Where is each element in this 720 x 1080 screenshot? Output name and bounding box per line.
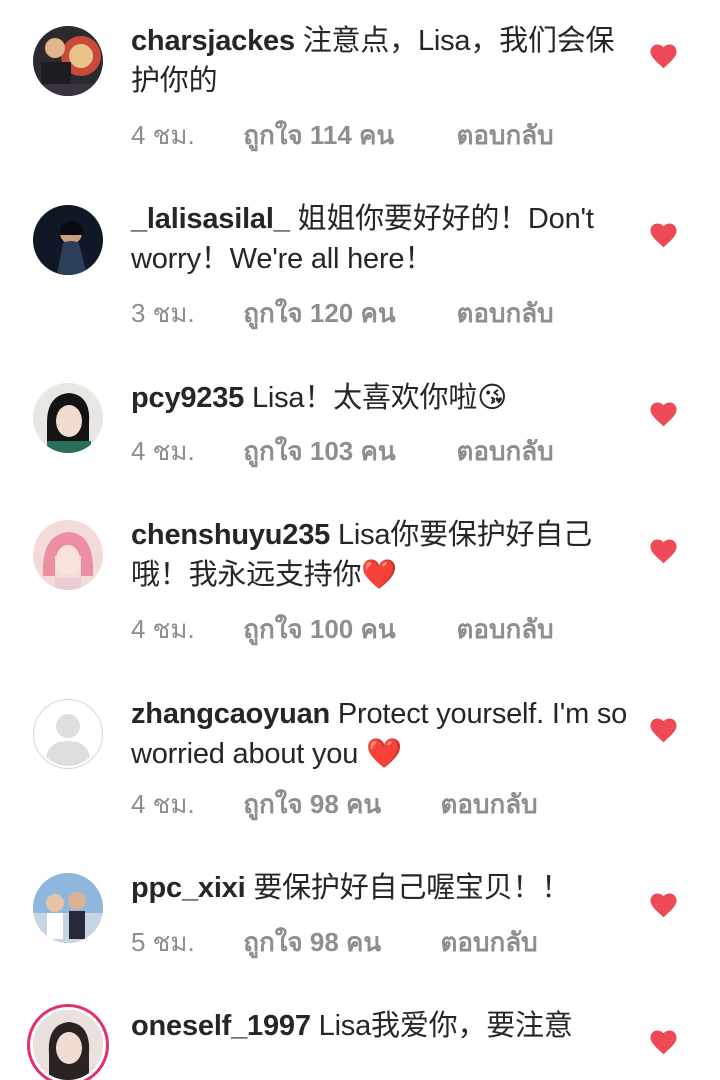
reply-button[interactable]: ตอบกลับ: [456, 431, 553, 472]
reply-button[interactable]: ตอบกลับ: [456, 293, 553, 334]
avatar[interactable]: [33, 873, 103, 943]
heart-filled-icon[interactable]: [650, 1030, 677, 1055]
comment-time: 4 ชม.: [131, 789, 195, 819]
avatar-story-ring[interactable]: [33, 1010, 103, 1080]
likes-count[interactable]: ถูกใจ 103 คน: [243, 431, 449, 472]
comment-text: Lisa我爱你，要注意: [318, 1010, 573, 1042]
reply-button[interactable]: ตอบกลับ: [440, 784, 537, 825]
comment-text: Lisa！太喜欢你啦😘: [251, 382, 508, 414]
reply-button[interactable]: ตอบกลับ: [440, 922, 537, 963]
username[interactable]: ppc_xixi: [131, 872, 246, 904]
username[interactable]: pcy9235: [131, 382, 244, 414]
likes-count[interactable]: ถูกใจ 98 คน: [243, 784, 433, 825]
comment-time: 5 ชม.: [131, 927, 195, 957]
avatar[interactable]: [33, 383, 103, 453]
username[interactable]: _lalisasilal_: [131, 203, 290, 235]
username[interactable]: zhangcaoyuan: [131, 698, 330, 730]
heart-filled-icon[interactable]: [650, 44, 677, 69]
likes-count[interactable]: ถูกใจ 98 คน: [243, 922, 433, 963]
avatar[interactable]: [33, 520, 103, 590]
default-avatar-icon[interactable]: [33, 699, 103, 769]
comment-time: 4 ชม.: [131, 120, 195, 150]
reply-button[interactable]: ตอบกลับ: [456, 115, 553, 156]
heart-filled-icon[interactable]: [650, 223, 677, 248]
comment-time: 3 ชม.: [131, 298, 195, 328]
heart-filled-icon[interactable]: [650, 402, 677, 427]
avatar[interactable]: [33, 26, 103, 96]
username[interactable]: charsjackes: [131, 25, 295, 57]
reply-button[interactable]: ตอบกลับ: [456, 609, 553, 650]
comment-time: 4 ชม.: [131, 436, 195, 466]
comment-text: 要保护好自己喔宝贝！！: [253, 872, 571, 904]
likes-count[interactable]: ถูกใจ 120 คน: [243, 293, 449, 334]
username[interactable]: oneself_1997: [131, 1010, 311, 1042]
heart-filled-icon[interactable]: [650, 718, 677, 743]
username[interactable]: chenshuyu235: [131, 519, 330, 551]
heart-filled-icon[interactable]: [650, 893, 677, 918]
comment-time: 4 ชม.: [131, 614, 195, 644]
heart-filled-icon[interactable]: [650, 539, 677, 564]
likes-count[interactable]: ถูกใจ 100 คน: [243, 609, 449, 650]
likes-count[interactable]: ถูกใจ 114 คน: [243, 115, 449, 156]
avatar[interactable]: [33, 205, 103, 275]
